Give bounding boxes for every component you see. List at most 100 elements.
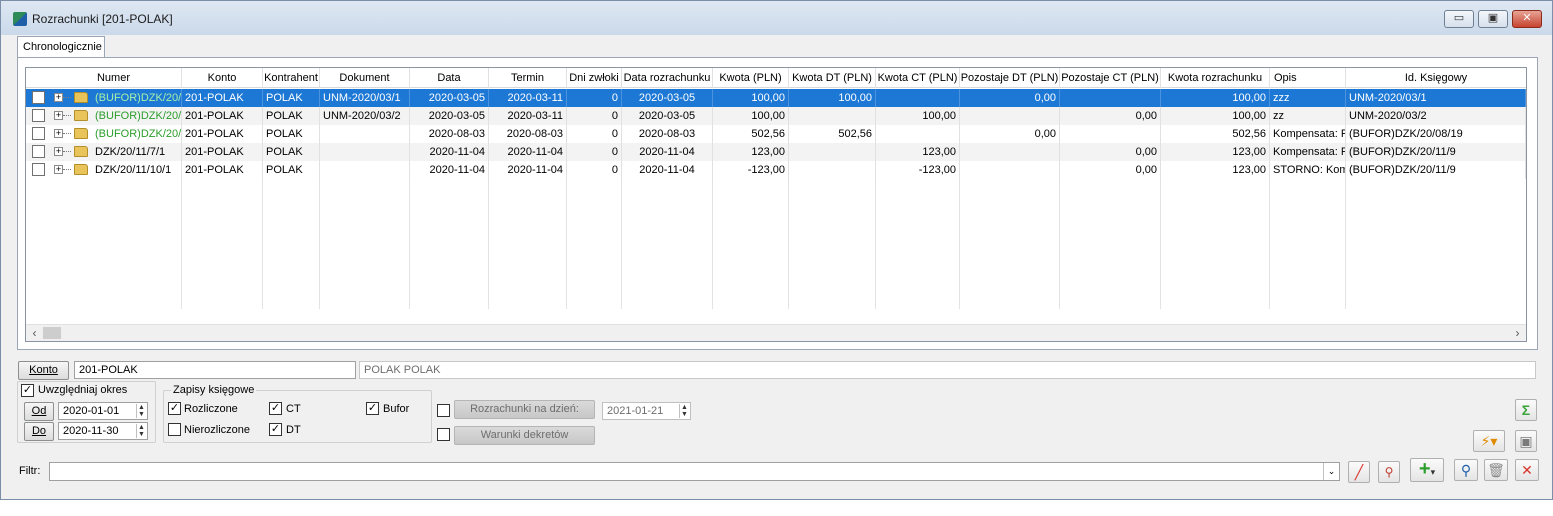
table-row[interactable]: + (BUFOR)DZK/20/0 201-POLAK POLAK 2020-08-03… <box>26 125 1526 143</box>
minimize-button[interactable]: ▭ <box>1444 10 1474 28</box>
cell-data: 2020-03-05 <box>410 107 489 125</box>
rozrachunki-na-dzien-checkbox[interactable] <box>437 404 450 417</box>
col-kwota-rozrachunku[interactable]: Kwota rozrachunku <box>1161 68 1270 88</box>
col-konto[interactable]: Konto <box>182 68 263 88</box>
cell-kwota-ct <box>876 89 960 107</box>
col-kwota-dt[interactable]: Kwota DT (PLN) <box>789 68 876 88</box>
col-data[interactable]: Data <box>410 68 489 88</box>
bufor-label: Bufor <box>383 403 410 415</box>
col-kwota-ct[interactable]: Kwota CT (PLN) <box>876 68 960 88</box>
col-pozostaje-dt[interactable]: Pozostaje DT (PLN) <box>960 68 1060 88</box>
row-checkbox[interactable] <box>32 91 45 104</box>
cell-kwota-rozrachunku: 123,00 <box>1161 161 1270 179</box>
close-icon[interactable]: ✕ <box>1515 459 1539 481</box>
od-button[interactable]: Od <box>24 402 54 421</box>
col-pozostaje-ct[interactable]: Pozostaje CT (PLN) <box>1060 68 1161 88</box>
cell-id-ksiegowy: UNM-2020/03/1 <box>1346 89 1526 107</box>
add-icon[interactable]: +▾ <box>1410 458 1444 482</box>
filter-dropdown-icon[interactable]: ⌄ <box>1323 463 1339 480</box>
lightning-icon[interactable]: ⚡▾ <box>1473 430 1505 452</box>
od-date-value: 2020-01-01 <box>63 405 120 417</box>
col-dni-zwloki[interactable]: Dni zwłoki <box>567 68 622 88</box>
rozrachunki-date-input[interactable]: 2021-01-21 ▲ ▼ <box>602 402 691 420</box>
do-button[interactable]: Do <box>24 422 54 441</box>
grid-header: Numer Konto Kontrahent Dokument Data Ter… <box>26 68 1526 88</box>
grid-body: + (BUFOR)DZK/20/0 201-POLAK POLAK UNM-2020/0… <box>26 89 1526 326</box>
cell-kwota-rozrachunku: 123,00 <box>1161 143 1270 161</box>
tab-chronologicznie[interactable]: Chronologicznie <box>17 36 105 58</box>
cell-dokument <box>320 125 410 143</box>
tree-connector <box>63 169 71 170</box>
save-icon[interactable]: ▣ <box>1515 430 1537 452</box>
cell-kwota-ct: 100,00 <box>876 107 960 125</box>
uwzgledniaj-okres-checkbox[interactable]: ✓ <box>21 384 34 397</box>
expand-icon[interactable]: + <box>54 111 63 120</box>
col-kwota[interactable]: Kwota (PLN) <box>713 68 789 88</box>
row-checkbox[interactable] <box>32 145 45 158</box>
dt-checkbox[interactable]: ✓ <box>269 423 282 436</box>
rozrachunki-spinner-icon[interactable]: ▲ ▼ <box>679 404 689 418</box>
cell-termin: 2020-03-11 <box>489 89 567 107</box>
dt-label: DT <box>286 424 301 436</box>
scroll-thumb[interactable] <box>43 327 61 339</box>
warunki-dekretow-checkbox[interactable] <box>437 428 450 441</box>
clear-filter-icon[interactable]: ╱ <box>1348 461 1370 483</box>
do-spinner-icon[interactable]: ▲ ▼ <box>136 424 146 438</box>
folder-icon <box>74 92 88 103</box>
row-checkbox[interactable] <box>32 127 45 140</box>
cell-data-rozrachunku: 2020-11-04 <box>622 143 713 161</box>
row-checkbox[interactable] <box>32 163 45 176</box>
table-row[interactable]: + (BUFOR)DZK/20/0 201-POLAK POLAK UNM-2020/0… <box>26 89 1526 107</box>
ct-checkbox[interactable]: ✓ <box>269 402 282 415</box>
expand-icon[interactable]: + <box>54 165 63 174</box>
col-opis[interactable]: Opis <box>1270 68 1346 88</box>
scroll-right-icon[interactable]: › <box>1509 325 1526 341</box>
rozrachunki-na-dzien-button[interactable]: Rozrachunki na dzień: <box>454 400 595 419</box>
cell-kwota-dt <box>789 161 876 179</box>
cell-kwota: -123,00 <box>713 161 789 179</box>
cell-dokument: UNM-2020/03/1 <box>320 89 410 107</box>
row-checkbox[interactable] <box>32 109 45 122</box>
konto-input[interactable]: 201-POLAK <box>74 361 356 379</box>
cell-opis: zzz <box>1270 89 1346 107</box>
col-numer[interactable]: Numer <box>26 68 182 88</box>
table-row[interactable]: + DZK/20/11/7/1 201-POLAK POLAK 2020-11-04 20… <box>26 143 1526 161</box>
cell-pozostaje-dt: 0,00 <box>960 89 1060 107</box>
scroll-left-icon[interactable]: ‹ <box>26 325 43 341</box>
cell-kontrahent: POLAK <box>263 107 320 125</box>
col-termin[interactable]: Termin <box>489 68 567 88</box>
warunki-dekretow-button[interactable]: Warunki dekretów <box>454 426 595 445</box>
nierozliczone-checkbox[interactable] <box>168 423 181 436</box>
col-kontrahent[interactable]: Kontrahent <box>263 68 320 88</box>
filter-input[interactable] <box>49 462 1340 481</box>
rozrachunki-grid[interactable]: Numer Konto Kontrahent Dokument Data Ter… <box>25 67 1527 342</box>
table-row[interactable]: + (BUFOR)DZK/20/0 201-POLAK POLAK UNM-2020/0… <box>26 107 1526 125</box>
cell-konto: 201-POLAK <box>182 89 263 107</box>
col-id-ksiegowy[interactable]: Id. Księgowy <box>1346 68 1526 88</box>
search-icon[interactable]: ⚲ <box>1454 459 1478 481</box>
trash-icon[interactable]: 🗑 <box>1484 459 1508 481</box>
od-date-input[interactable]: 2020-01-01 ▲ ▼ <box>58 402 148 420</box>
rozliczone-checkbox[interactable]: ✓ <box>168 402 181 415</box>
od-spinner-icon[interactable]: ▲ ▼ <box>136 404 146 418</box>
horizontal-scrollbar[interactable]: ‹ › <box>26 324 1526 341</box>
restore-button[interactable]: ▣ <box>1478 10 1508 28</box>
col-dokument[interactable]: Dokument <box>320 68 410 88</box>
table-row[interactable]: + DZK/20/11/10/1 201-POLAK POLAK 2020-11-04 2… <box>26 161 1526 179</box>
sum-icon[interactable]: Σ <box>1515 399 1537 421</box>
od-label: Od <box>31 405 47 417</box>
expand-icon[interactable]: + <box>54 93 63 102</box>
do-date-input[interactable]: 2020-11-30 ▲ ▼ <box>58 422 148 440</box>
filter-builder-icon[interactable]: ⚲ <box>1378 461 1400 483</box>
cell-pozostaje-ct <box>1060 125 1161 143</box>
konto-button[interactable]: Konto <box>18 361 69 380</box>
cell-kwota: 502,56 <box>713 125 789 143</box>
close-window-button[interactable]: ✕ <box>1512 10 1542 28</box>
expand-icon[interactable]: + <box>54 129 63 138</box>
folder-icon <box>74 146 88 157</box>
rozrachunki-date-value: 2021-01-21 <box>607 405 664 417</box>
bufor-checkbox[interactable]: ✓ <box>366 402 379 415</box>
expand-icon[interactable]: + <box>54 147 63 156</box>
dropdown-icon[interactable]: ▾ <box>1431 467 1436 477</box>
col-data-rozrachunku[interactable]: Data rozrachunku <box>622 68 713 88</box>
